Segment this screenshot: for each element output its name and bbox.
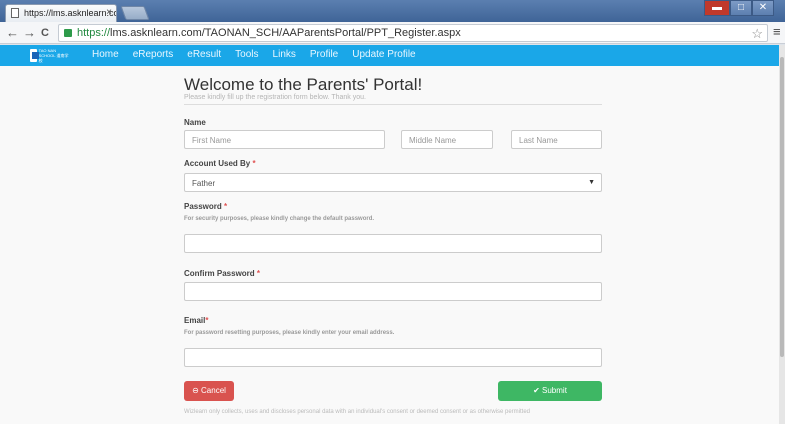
page-scrollbar[interactable] — [779, 45, 785, 424]
url-input[interactable]: https://lms.asknlearn.com/TAONAN_SCH/AAP… — [58, 24, 768, 42]
confirm-password-input[interactable] — [184, 282, 602, 301]
confirm-password-label: Confirm Password * — [184, 269, 260, 278]
tab-title: https://lms.asknlearn.com/ — [24, 8, 116, 18]
browser-tab[interactable]: https://lms.asknlearn.com/ × — [5, 4, 117, 22]
last-name-input[interactable]: Last Name — [511, 130, 602, 149]
nav-update-profile[interactable]: Update Profile — [352, 49, 415, 60]
email-label-text: Email — [184, 316, 206, 325]
chevron-down-icon: ▼ — [588, 179, 595, 186]
checkmark-icon: ✔ — [533, 386, 540, 395]
email-input[interactable] — [184, 348, 602, 367]
account-used-by-select[interactable]: Father ▼ — [184, 173, 602, 192]
cancel-button[interactable]: ⊖ Cancel — [184, 381, 234, 401]
page-subtitle: Please kindly fill up the registration f… — [184, 94, 366, 101]
divider — [184, 104, 602, 105]
forward-icon[interactable]: → — [23, 25, 36, 41]
required-marker: * — [252, 159, 256, 168]
email-label: Email* — [184, 316, 208, 325]
minus-circle-icon: ⊖ — [192, 386, 199, 395]
privacy-footnote: Wizlearn only collects, uses and disclos… — [184, 409, 530, 415]
required-marker: * — [205, 316, 209, 325]
maximize-button[interactable]: □ — [730, 0, 752, 16]
password-label: Password * — [184, 202, 227, 211]
required-marker: * — [224, 202, 228, 211]
back-icon[interactable]: ← — [6, 25, 19, 41]
minimize-button[interactable]: ▬ — [704, 0, 730, 16]
nav-profile[interactable]: Profile — [310, 49, 338, 60]
browser-menu-icon[interactable]: ≡ — [773, 24, 781, 39]
account-used-by-label: Account Used By * — [184, 159, 256, 168]
nav-ereports[interactable]: eReports — [133, 49, 174, 60]
page-title: Welcome to the Parents' Portal! — [184, 75, 423, 94]
reload-icon[interactable]: C — [41, 25, 49, 41]
submit-label: Submit — [542, 386, 567, 395]
window-controls: ▬ □ ✕ — [704, 0, 774, 16]
close-window-button[interactable]: ✕ — [752, 0, 774, 16]
nav-links[interactable]: Links — [273, 49, 296, 60]
school-logo[interactable]: TAO NAN SCHOOL 道南学校 — [30, 48, 70, 63]
nav-home[interactable]: Home — [92, 49, 119, 60]
nav-tools[interactable]: Tools — [235, 49, 258, 60]
new-tab-button[interactable] — [120, 6, 150, 20]
browser-titlebar: https://lms.asknlearn.com/ × ▬ □ ✕ — [0, 0, 785, 22]
required-marker: * — [256, 269, 261, 278]
nav-eresult[interactable]: eResult — [187, 49, 221, 60]
email-help: For password resetting purposes, please … — [184, 330, 395, 336]
account-selected-value: Father — [192, 179, 216, 188]
middle-name-input[interactable]: Middle Name — [401, 130, 493, 149]
nav-menu: Home eReports eResult Tools Links Profil… — [92, 49, 430, 60]
tab-close-icon[interactable]: × — [106, 7, 112, 18]
url-text: lms.asknlearn.com/TAONAN_SCH/AAParentsPo… — [110, 27, 461, 39]
account-label-text: Account Used By — [184, 159, 251, 168]
name-label: Name — [184, 118, 206, 127]
site-navbar: TAO NAN SCHOOL 道南学校 Home eReports eResul… — [0, 45, 779, 66]
page-icon — [11, 8, 19, 18]
password-input[interactable] — [184, 234, 602, 253]
school-crest-icon — [30, 49, 39, 62]
password-help: For security purposes, please kindly cha… — [184, 216, 375, 222]
url-protocol: https:// — [77, 27, 111, 39]
registration-page: Welcome to the Parents' Portal! Please k… — [0, 66, 779, 424]
bookmark-star-icon[interactable]: ☆ — [751, 26, 763, 42]
logo-text: TAO NAN SCHOOL 道南学校 — [38, 48, 69, 63]
password-label-text: Password — [184, 202, 222, 211]
first-name-input[interactable]: First Name — [184, 130, 385, 149]
submit-button[interactable]: ✔ Submit — [498, 381, 602, 401]
address-bar: ← → C https://lms.asknlearn.com/TAONAN_S… — [0, 22, 785, 44]
scrollbar-thumb[interactable] — [780, 57, 784, 357]
lock-icon — [64, 29, 72, 37]
cancel-label: Cancel — [201, 386, 226, 395]
confirm-label-text: Confirm Password — [184, 269, 255, 278]
